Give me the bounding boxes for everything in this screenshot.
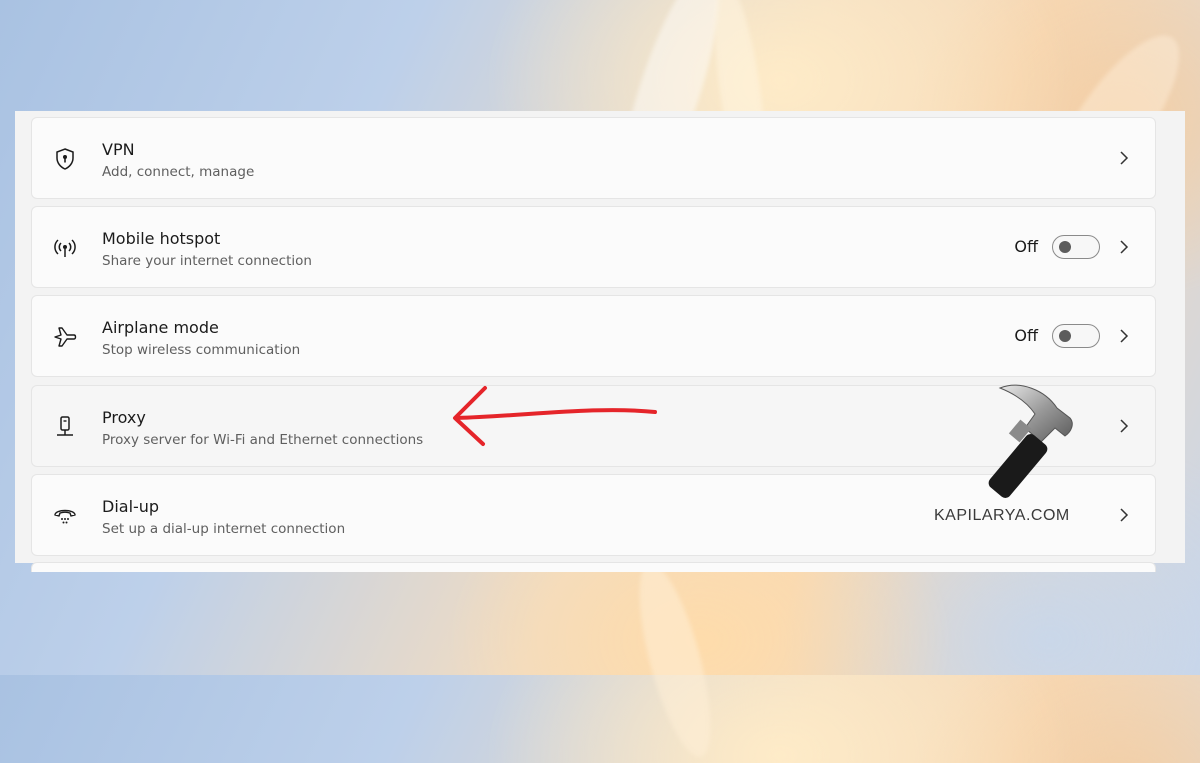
mobile-hotspot-subtitle: Share your internet connection bbox=[102, 253, 312, 269]
hotspot-icon bbox=[52, 235, 78, 261]
next-setting-item-partial bbox=[31, 562, 1156, 572]
shield-icon bbox=[52, 146, 78, 172]
chevron-right-icon bbox=[1117, 506, 1131, 524]
proxy-subtitle: Proxy server for Wi-Fi and Ethernet conn… bbox=[102, 432, 424, 448]
airplane-mode-toggle[interactable] bbox=[1052, 324, 1100, 348]
chevron-right-icon bbox=[1117, 327, 1131, 345]
chevron-right-icon bbox=[1117, 238, 1131, 256]
watermark-text: KAPILARYA.COM bbox=[934, 507, 1070, 524]
proxy-icon bbox=[52, 414, 78, 440]
airplane-mode-state-label: Off bbox=[1014, 326, 1038, 345]
airplane-icon bbox=[52, 324, 78, 350]
red-arrow-icon bbox=[453, 386, 657, 446]
airplane-mode-subtitle: Stop wireless communication bbox=[102, 342, 301, 358]
toggle-knob bbox=[1059, 241, 1071, 253]
airplane-mode-title: Airplane mode bbox=[102, 318, 219, 337]
vpn-title: VPN bbox=[102, 140, 135, 159]
mobile-hotspot-title: Mobile hotspot bbox=[102, 229, 221, 248]
background-streak bbox=[624, 556, 726, 763]
hammer-icon bbox=[988, 384, 1073, 498]
dial-up-title: Dial-up bbox=[102, 497, 160, 516]
chevron-right-icon bbox=[1117, 149, 1131, 167]
dial-up-subtitle: Set up a dial-up internet connection bbox=[102, 521, 346, 537]
airplane-mode-setting-item[interactable]: Airplane mode Stop wireless communicatio… bbox=[31, 295, 1156, 377]
proxy-title: Proxy bbox=[102, 408, 146, 427]
mobile-hotspot-state-label: Off bbox=[1014, 237, 1038, 256]
dialup-icon bbox=[52, 503, 78, 529]
chevron-right-icon bbox=[1117, 417, 1131, 435]
mobile-hotspot-setting-item[interactable]: Mobile hotspot Share your internet conne… bbox=[31, 206, 1156, 288]
toggle-knob bbox=[1059, 330, 1071, 342]
mobile-hotspot-toggle[interactable] bbox=[1052, 235, 1100, 259]
vpn-subtitle: Add, connect, manage bbox=[102, 164, 255, 180]
vpn-setting-item[interactable]: VPN Add, connect, manage bbox=[31, 117, 1156, 199]
